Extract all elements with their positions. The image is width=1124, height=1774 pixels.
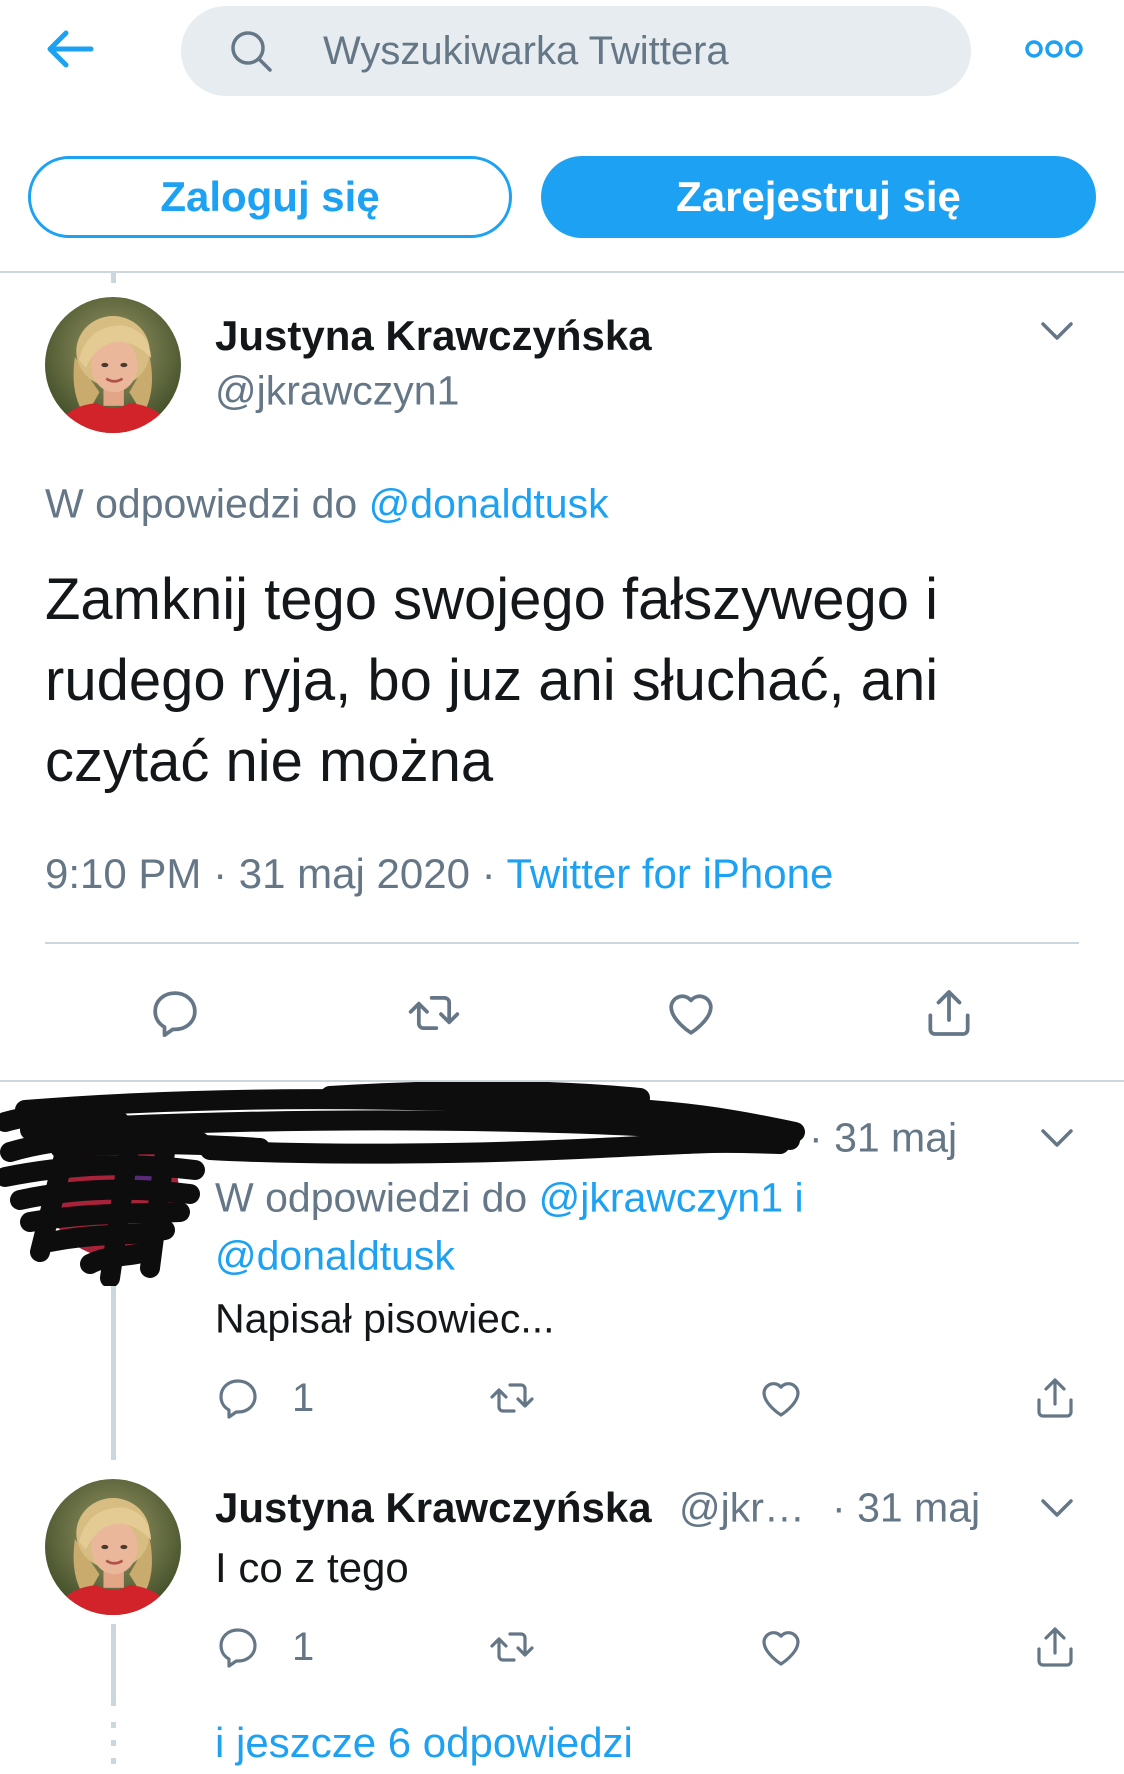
heart-icon: [757, 1374, 805, 1422]
share-icon: [921, 985, 977, 1041]
tweet-text-line: rudego ryja, bo juz ani słuchać, ani: [45, 648, 939, 713]
avatar[interactable]: [45, 1479, 181, 1615]
reply-conjunction: i: [794, 1174, 804, 1221]
reply-prefix: W odpowiedzi do: [215, 1174, 528, 1221]
reply-count: 1: [292, 1376, 315, 1420]
heart-icon: [757, 1623, 805, 1671]
reply-context: W odpowiedzi do @jkrawczyn1 i: [215, 1173, 804, 1222]
reply-date-text[interactable]: 31 maj: [857, 1484, 980, 1530]
heart-icon: [663, 985, 719, 1041]
share-button[interactable]: [1031, 1374, 1079, 1422]
author-name[interactable]: Justyna Krawczyńska: [215, 1483, 652, 1533]
share-button[interactable]: [1031, 1623, 1079, 1671]
arrow-left-icon: [47, 30, 94, 68]
reply-context: W odpowiedzi do @donaldtusk: [45, 479, 609, 528]
retweet-button[interactable]: [488, 1623, 536, 1671]
login-button[interactable]: Zaloguj się: [28, 156, 512, 238]
thread-line: [111, 1280, 116, 1460]
author-name[interactable]: Justyna Krawczyńska: [215, 311, 652, 361]
tweet-divider: [45, 942, 1079, 944]
search-input[interactable]: [323, 26, 943, 76]
retweet-button[interactable]: [406, 985, 462, 1041]
search-bar[interactable]: [181, 6, 971, 96]
avatar[interactable]: [45, 297, 181, 433]
share-button[interactable]: [921, 985, 977, 1041]
reply-count: 1: [292, 1625, 315, 1669]
thread-line: [111, 1624, 116, 1706]
more-icon: [1025, 40, 1083, 58]
tweet-menu-button[interactable]: [1037, 319, 1077, 343]
thread-dot: [111, 1722, 116, 1728]
reply-text: I co z tego: [215, 1543, 409, 1591]
reply-menu-button[interactable]: [1037, 1126, 1077, 1150]
tweet-source-link[interactable]: Twitter for iPhone: [507, 850, 834, 897]
tweet-time: 9:10 PM: [45, 849, 202, 897]
chevron-down-icon: [1041, 1499, 1073, 1517]
thread-dot: [111, 1740, 116, 1746]
tweet-text-line: czytać nie można: [45, 729, 494, 794]
meta-separator: ·: [832, 1484, 846, 1531]
chevron-down-icon: [1041, 322, 1073, 340]
header-divider: [0, 271, 1124, 273]
more-button[interactable]: [1020, 34, 1088, 64]
reply-text: Napisał pisowiec...: [215, 1295, 555, 1342]
chevron-down-icon: [1041, 1129, 1073, 1147]
tweet-section-divider: [0, 1080, 1124, 1082]
back-button[interactable]: [40, 24, 100, 74]
tweet-text-line: Zamknij tego swojego fałszywego i: [45, 567, 938, 632]
tweet-text: Zamknij tego swojego fałszywego i rudego…: [45, 559, 938, 802]
reply-icon: [214, 1374, 262, 1422]
retweet-button[interactable]: [488, 1374, 536, 1422]
tweet-date: 31 maj 2020: [238, 849, 470, 897]
search-icon: [231, 31, 272, 72]
reply-icon: [214, 1623, 262, 1671]
tweet-timestamp: 9:10 PM · 31 maj 2020 · Twitter for iPho…: [45, 849, 833, 899]
reply-date[interactable]: · 31 maj: [832, 1483, 980, 1532]
reply-prefix: W odpowiedzi do: [45, 480, 358, 527]
meta-separator: ·: [481, 849, 496, 897]
like-button[interactable]: [757, 1374, 805, 1422]
mention-link[interactable]: @donaldtusk: [369, 480, 609, 526]
retweet-icon: [488, 1623, 536, 1671]
reply-button[interactable]: [214, 1374, 262, 1422]
reply-button[interactable]: [147, 985, 203, 1041]
author-handle[interactable]: @jkrawczyn1: [215, 366, 459, 415]
reply-button[interactable]: [214, 1623, 262, 1671]
like-button[interactable]: [663, 985, 719, 1041]
like-button[interactable]: [757, 1623, 805, 1671]
meta-separator: ·: [213, 849, 228, 897]
show-more-replies-link[interactable]: i jeszcze 6 odpowiedzi: [215, 1718, 633, 1768]
meta-separator: ·: [809, 1114, 823, 1161]
retweet-icon: [406, 985, 462, 1041]
reply-icon: [147, 985, 203, 1041]
author-handle[interactable]: @jkr…: [679, 1483, 805, 1532]
retweet-icon: [488, 1374, 536, 1422]
reply-date-text[interactable]: 31 maj: [834, 1114, 957, 1160]
reply-menu-button[interactable]: [1037, 1496, 1077, 1520]
thread-connector: [111, 273, 116, 283]
reply-date[interactable]: · 31 maj: [809, 1113, 957, 1162]
share-icon: [1031, 1374, 1079, 1422]
mention-link[interactable]: @donaldtusk: [215, 1231, 455, 1280]
thread-dot: [111, 1758, 116, 1764]
share-icon: [1031, 1623, 1079, 1671]
mention-link[interactable]: @jkrawczyn1: [539, 1174, 783, 1220]
register-button[interactable]: Zarejestruj się: [541, 156, 1096, 238]
